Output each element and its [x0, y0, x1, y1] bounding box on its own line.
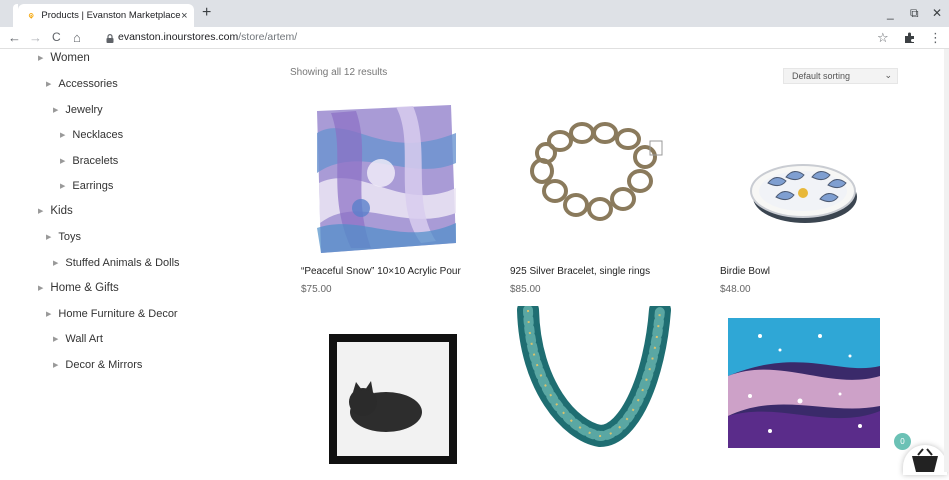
- category-label: Accessories: [58, 78, 118, 90]
- product-image[interactable]: [720, 306, 886, 472]
- results-count: Showing all 12 results: [290, 67, 388, 78]
- category-label: Home Furniture & Decor: [58, 308, 178, 320]
- product-image[interactable]: [301, 93, 467, 259]
- category-earrings[interactable]: ▶ Earrings: [60, 180, 113, 192]
- minimize-icon[interactable]: _: [887, 6, 894, 20]
- cart-count-badge: 0: [894, 433, 911, 450]
- category-label: Toys: [58, 231, 82, 243]
- category-label: Home & Gifts: [50, 282, 119, 294]
- product-price: $85.00: [510, 284, 541, 295]
- category-label: Wall Art: [65, 333, 103, 345]
- category-label: Decor & Mirrors: [65, 359, 143, 371]
- caret-right-icon: ▶: [60, 183, 66, 190]
- chevron-down-icon: ⌄: [884, 70, 892, 80]
- browser-tab[interactable]: Products | Evanston Marketplace ×: [18, 4, 194, 27]
- category-stuffed-animals[interactable]: ▶ Stuffed Animals & Dolls: [53, 257, 180, 269]
- lock-icon: [106, 34, 114, 43]
- category-wall-art[interactable]: ▶ Wall Art: [53, 333, 103, 345]
- category-home-furniture[interactable]: ▶ Home Furniture & Decor: [46, 308, 178, 320]
- category-decor-mirrors[interactable]: ▶ Decor & Mirrors: [53, 359, 142, 371]
- product-price: $48.00: [720, 284, 751, 295]
- category-toys[interactable]: ▶ Toys: [46, 231, 81, 243]
- product-price: $75.00: [301, 284, 332, 295]
- category-sidebar: ▶ Women ▶ Accessories ▶ Jewelry ▶ Necklaces …: [13, 49, 243, 472]
- category-label: Kids: [50, 205, 73, 217]
- caret-right-icon: ▶: [46, 311, 52, 318]
- bracelet-image: [510, 93, 676, 259]
- caret-right-icon: ▶: [38, 285, 44, 292]
- category-bracelets[interactable]: ▶ Bracelets: [60, 155, 118, 167]
- category-women[interactable]: ▶ Women: [38, 52, 90, 64]
- basket-icon: [912, 448, 938, 472]
- bowl-image: [720, 93, 886, 259]
- caret-right-icon: ▶: [53, 107, 59, 114]
- necklace-image: [510, 306, 676, 472]
- category-label: Earrings: [72, 180, 114, 192]
- location-pin-icon: [28, 12, 34, 19]
- product-name[interactable]: “Peaceful Snow” 10×10 Acrylic Pour: [301, 266, 461, 277]
- reload-icon[interactable]: C: [52, 30, 61, 45]
- category-label: Jewelry: [65, 104, 103, 116]
- category-jewelry[interactable]: ▶ Jewelry: [53, 104, 103, 116]
- url-host: evanston.inourstores.com: [118, 31, 239, 43]
- browser-menu-icon[interactable]: ⋮: [929, 30, 942, 45]
- product-image[interactable]: [301, 306, 467, 472]
- new-tab-icon[interactable]: +: [202, 5, 211, 21]
- close-window-icon[interactable]: ✕: [932, 6, 942, 20]
- caret-right-icon: ▶: [53, 362, 59, 369]
- caret-right-icon: ▶: [53, 336, 59, 343]
- browser-toolbar: ← → C ⌂ evanston.inourstores.com/store/a…: [0, 27, 949, 49]
- category-label: Women: [50, 52, 90, 64]
- extensions-icon[interactable]: [904, 32, 916, 44]
- category-label: Stuffed Animals & Dolls: [65, 257, 180, 269]
- tab-title: Products | Evanston Marketplace: [41, 10, 181, 21]
- restore-icon[interactable]: ⧉: [910, 6, 919, 21]
- caret-right-icon: ▶: [60, 158, 66, 165]
- product-name[interactable]: Birdie Bowl: [720, 266, 770, 277]
- page-scrollbar[interactable]: [944, 49, 949, 472]
- url-path: /store/artem/: [238, 31, 298, 43]
- caret-right-icon: ▶: [46, 81, 52, 88]
- sort-select[interactable]: Default sorting ⌄: [783, 68, 898, 84]
- cart-button[interactable]: [903, 445, 947, 475]
- category-necklaces[interactable]: ▶ Necklaces: [60, 129, 123, 141]
- pour-painting-image: [720, 306, 886, 472]
- caret-right-icon: ▶: [46, 234, 52, 241]
- caret-right-icon: ▶: [53, 260, 59, 267]
- caret-right-icon: ▶: [38, 208, 44, 215]
- address-bar[interactable]: evanston.inourstores.com/store/artem/: [118, 31, 297, 43]
- caret-right-icon: ▶: [38, 55, 44, 62]
- category-label: Bracelets: [72, 155, 119, 167]
- forward-icon[interactable]: →: [29, 30, 42, 45]
- acrylic-painting-image: [301, 93, 467, 259]
- tab-close-icon[interactable]: ×: [181, 10, 188, 22]
- home-icon[interactable]: ⌂: [73, 30, 81, 45]
- back-icon[interactable]: ←: [8, 30, 21, 45]
- category-accessories[interactable]: ▶ Accessories: [46, 78, 118, 90]
- bookmark-star-icon[interactable]: ☆: [877, 30, 889, 45]
- caret-right-icon: ▶: [60, 132, 66, 139]
- category-kids[interactable]: ▶ Kids: [38, 205, 73, 217]
- sort-label: Default sorting: [792, 71, 851, 81]
- product-image[interactable]: [510, 306, 676, 472]
- category-label: Necklaces: [72, 129, 124, 141]
- framed-cat-image: [301, 306, 467, 472]
- product-image[interactable]: [510, 93, 676, 259]
- browser-tabstrip: Products | Evanston Marketplace × + _ ⧉ …: [0, 0, 949, 27]
- product-name[interactable]: 925 Silver Bracelet, single rings: [510, 266, 650, 277]
- product-image[interactable]: [720, 93, 886, 259]
- category-home-gifts[interactable]: ▶ Home & Gifts: [38, 282, 119, 294]
